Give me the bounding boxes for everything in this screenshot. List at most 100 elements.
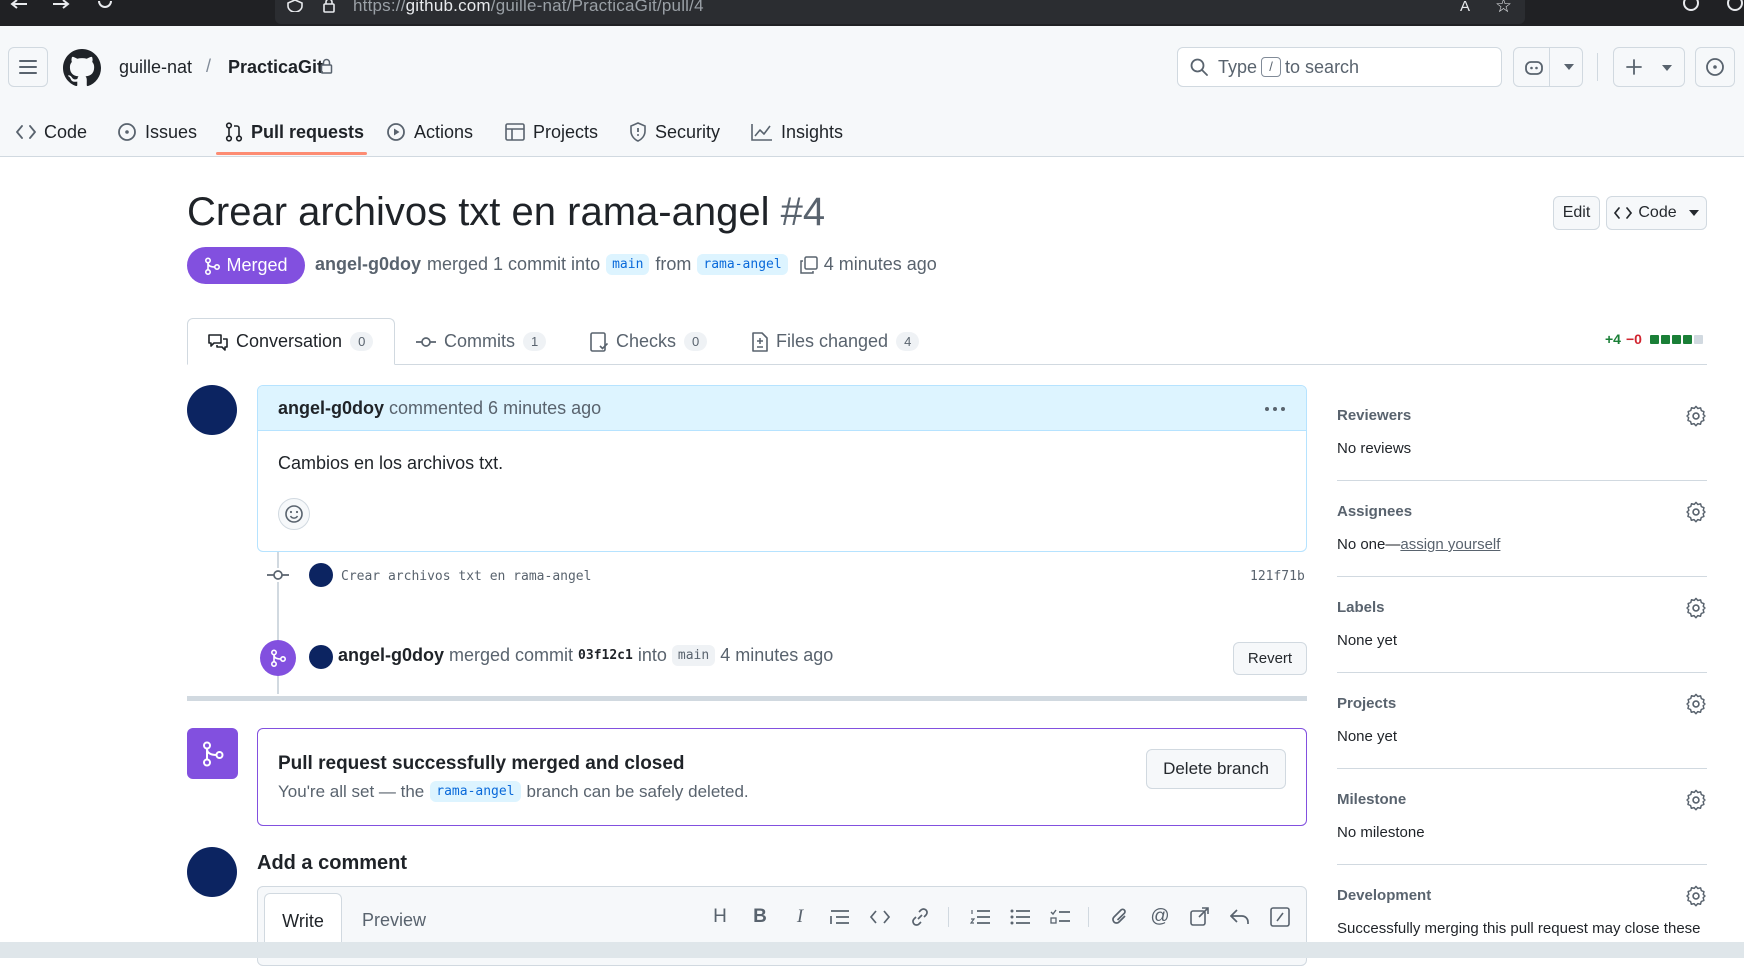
- bold-icon[interactable]: B: [748, 905, 772, 929]
- issues-shortcut-button[interactable]: [1695, 47, 1735, 87]
- reload-icon[interactable]: [97, 0, 113, 10]
- tab-actions-label: Actions: [414, 121, 474, 142]
- tab-insights[interactable]: Insights: [751, 108, 843, 156]
- tab-actions[interactable]: Actions: [386, 108, 473, 156]
- sidebar-milestone-title[interactable]: Milestone: [1337, 791, 1406, 808]
- sidebar-milestone-value: No milestone: [1337, 824, 1425, 841]
- tab-files-changed-count: 4: [896, 332, 920, 351]
- delete-branch-button[interactable]: Delete branch: [1146, 749, 1286, 789]
- tab-issues[interactable]: Issues: [117, 108, 197, 156]
- comment-body: Cambios en los archivos txt.: [278, 453, 504, 473]
- back-arrow-icon[interactable]: [10, 0, 28, 10]
- os-taskbar: [0, 942, 1744, 958]
- merge-commit-sha-link[interactable]: 03f12c1: [578, 648, 633, 663]
- diffstat-blocks: [1649, 334, 1703, 344]
- tab-projects[interactable]: Projects: [505, 108, 598, 156]
- merge-event-badge: [260, 640, 296, 676]
- avatar[interactable]: [309, 563, 333, 587]
- repo-name-link[interactable]: PracticaGit: [228, 57, 323, 78]
- merge-text-1: merged commit: [449, 645, 574, 665]
- revert-button[interactable]: Revert: [1233, 642, 1307, 675]
- quote-icon[interactable]: [828, 905, 852, 929]
- merge-status-text: You're all set — the rama-angel branch c…: [278, 781, 749, 802]
- graph-icon: [751, 124, 772, 141]
- extension-icon[interactable]: [1682, 0, 1700, 12]
- pr-time: 4 minutes ago: [823, 254, 937, 274]
- github-logo-icon[interactable]: [63, 49, 101, 87]
- sidebar-development-title[interactable]: Development: [1337, 887, 1431, 904]
- forward-arrow-icon[interactable]: [52, 0, 70, 10]
- sidebar-reviewers-title[interactable]: Reviewers: [1337, 407, 1411, 424]
- tab-preview[interactable]: Preview: [362, 910, 426, 931]
- address-bar[interactable]: https://github.com/guille-nat/PracticaGi…: [275, 0, 1525, 24]
- code-icon[interactable]: [868, 905, 892, 929]
- assign-yourself-link[interactable]: assign yourself: [1400, 536, 1500, 553]
- translate-icon[interactable]: A: [1460, 0, 1470, 15]
- gear-icon[interactable]: [1685, 597, 1707, 619]
- sidebar-labels-title[interactable]: Labels: [1337, 599, 1385, 616]
- cross-reference-icon[interactable]: [1188, 905, 1212, 929]
- sidebar-assignees-title[interactable]: Assignees: [1337, 503, 1412, 520]
- menu-button[interactable]: [8, 47, 48, 87]
- repo-owner-link[interactable]: guille-nat: [119, 57, 192, 78]
- kebab-menu-icon[interactable]: [1264, 406, 1286, 412]
- slash-commands-icon[interactable]: [1268, 905, 1292, 929]
- issue-icon: [118, 123, 136, 141]
- avatar[interactable]: [187, 847, 237, 897]
- numbered-list-icon[interactable]: [968, 905, 992, 929]
- sidebar-projects-title[interactable]: Projects: [1337, 695, 1396, 712]
- tab-commits[interactable]: Commits 1: [416, 318, 547, 365]
- active-tab-indicator: [216, 152, 367, 155]
- tab-security[interactable]: Security: [629, 108, 720, 156]
- tab-code[interactable]: Code: [16, 108, 87, 156]
- bookmark-star-icon[interactable]: ☆: [1495, 0, 1512, 18]
- merge-author-link[interactable]: angel-g0doy: [338, 645, 444, 666]
- heading-icon[interactable]: H: [708, 905, 732, 929]
- search-shortcut-key: /: [1261, 57, 1282, 77]
- merge-time[interactable]: 4 minutes ago: [720, 645, 833, 666]
- edit-button[interactable]: Edit: [1553, 196, 1600, 230]
- merge-branch-label[interactable]: main: [671, 645, 716, 666]
- copilot-button[interactable]: [1513, 47, 1583, 87]
- gear-icon[interactable]: [1685, 693, 1707, 715]
- gear-icon[interactable]: [1685, 789, 1707, 811]
- add-reaction-button[interactable]: [278, 498, 310, 530]
- paperclip-icon[interactable]: [1108, 905, 1132, 929]
- base-branch-label[interactable]: main: [606, 254, 650, 275]
- pr-author-link[interactable]: angel-g0doy: [315, 254, 421, 275]
- gear-icon[interactable]: [1685, 405, 1707, 427]
- code-dropdown-button[interactable]: Code: [1606, 196, 1707, 230]
- merge-status-branch[interactable]: rama-angel: [430, 781, 521, 802]
- avatar[interactable]: [187, 385, 237, 435]
- comment-timestamp[interactable]: commented 6 minutes ago: [389, 398, 601, 419]
- pr-from-text: from: [655, 254, 692, 274]
- avatar[interactable]: [309, 645, 333, 669]
- head-branch-label[interactable]: rama-angel: [697, 254, 788, 275]
- pull-request-icon: [225, 122, 243, 142]
- bullet-list-icon[interactable]: [1008, 905, 1032, 929]
- tab-conversation[interactable]: Conversation 0: [187, 318, 395, 365]
- search-input[interactable]: Type / to search: [1177, 47, 1502, 87]
- gear-icon[interactable]: [1685, 501, 1707, 523]
- link-icon[interactable]: [908, 905, 932, 929]
- reply-icon[interactable]: [1228, 905, 1252, 929]
- comment-author-link[interactable]: angel-g0doy: [278, 398, 384, 419]
- tab-pull-requests-label: Pull requests: [251, 121, 365, 142]
- sidebar-labels: Labels None yet: [1337, 577, 1707, 673]
- create-new-button[interactable]: [1613, 47, 1685, 87]
- mention-icon[interactable]: @: [1148, 905, 1172, 929]
- conversation-icon: [208, 333, 228, 351]
- task-list-icon[interactable]: [1048, 905, 1072, 929]
- commit-message-link[interactable]: Crear archivos txt en rama-angel: [341, 569, 591, 584]
- italic-icon[interactable]: I: [788, 905, 812, 929]
- tab-files-changed[interactable]: Files changed 4: [752, 318, 920, 365]
- copy-icon[interactable]: [799, 255, 818, 274]
- lock-icon: [320, 58, 333, 74]
- tab-checks[interactable]: Checks 0: [590, 318, 708, 365]
- gear-icon[interactable]: [1685, 885, 1707, 907]
- tab-pull-requests[interactable]: Pull requests: [225, 108, 364, 156]
- file-diff-icon: [752, 331, 768, 352]
- diffstat: +4 −0: [1605, 331, 1703, 347]
- profile-icon[interactable]: [1726, 0, 1744, 12]
- commit-sha-link[interactable]: 121f71b: [1250, 569, 1305, 584]
